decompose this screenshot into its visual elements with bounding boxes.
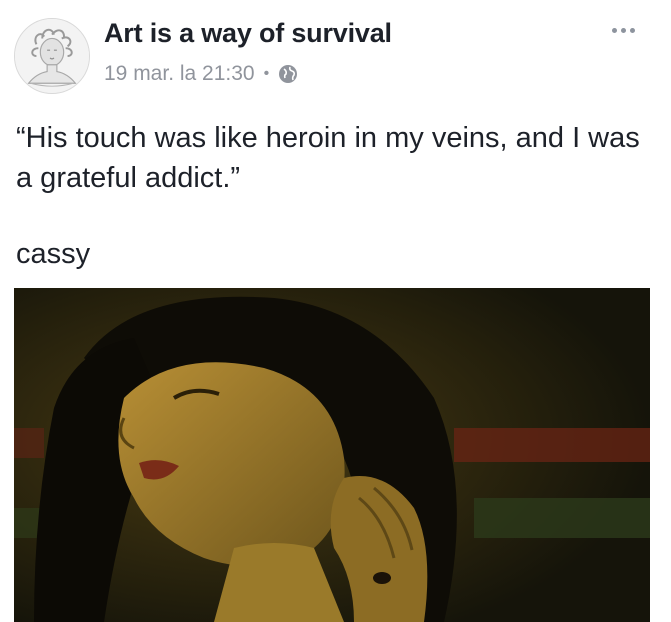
ellipsis-dot <box>621 28 626 33</box>
post-timestamp[interactable]: 19 mar. la 21:30 <box>104 62 255 86</box>
post-text: “His touch was like heroin in my veins, … <box>16 122 640 194</box>
post-signature: cassy <box>16 238 91 270</box>
post-media-image[interactable] <box>14 288 650 622</box>
more-options-button[interactable] <box>612 28 635 33</box>
page-name-link[interactable]: Art is a way of survival <box>104 18 392 49</box>
ellipsis-dot <box>630 28 635 33</box>
ellipsis-icon <box>612 28 617 33</box>
medusa-bust-avatar <box>15 19 89 93</box>
media-illustration <box>14 288 650 622</box>
feed-post: Art is a way of survival 19 mar. la 21:3… <box>0 0 671 622</box>
meta-separator: • <box>263 65 270 82</box>
globe-icon[interactable] <box>278 64 298 84</box>
post-meta: 19 mar. la 21:30 • <box>104 62 298 86</box>
page-avatar[interactable] <box>14 18 90 94</box>
